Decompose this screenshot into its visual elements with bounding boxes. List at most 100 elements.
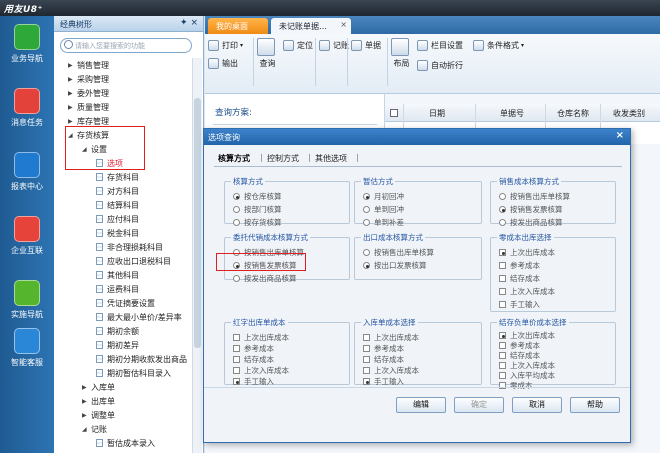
- expand-arrow-icon[interactable]: ▶: [68, 62, 77, 69]
- expand-arrow-icon[interactable]: ▶: [82, 384, 91, 391]
- expand-arrow-icon[interactable]: ▶: [68, 118, 77, 125]
- dialog-title-bar: 选项查询 ×: [204, 129, 630, 145]
- cancel-button[interactable]: 取消: [512, 397, 562, 413]
- grid-header-warehouse[interactable]: 仓库名称: [557, 108, 589, 119]
- record-button[interactable]: 记账: [319, 40, 349, 51]
- tree-node-posting[interactable]: ◢ 记账: [82, 422, 107, 436]
- nav-implementation[interactable]: 实施导航: [3, 276, 51, 326]
- help-button[interactable]: 帮助: [570, 397, 620, 413]
- radio-neg-zero[interactable]: 零成本: [499, 380, 533, 391]
- function-search[interactable]: [60, 38, 192, 53]
- nav-reports[interactable]: 报表中心: [3, 148, 51, 198]
- radio-month-reverse[interactable]: 月初回冲: [363, 191, 404, 202]
- radio-by-warehouse[interactable]: 按仓库核算: [233, 191, 282, 202]
- radio-export-by-invoice[interactable]: 按出口发票核算: [363, 260, 427, 271]
- grid-header-doc-no[interactable]: 单据号: [500, 108, 524, 119]
- tree-node-quality[interactable]: ▶ 质量管理: [68, 100, 109, 114]
- tab-other-options[interactable]: 其他选项: [315, 153, 347, 164]
- nav-enterprise[interactable]: 企业互联: [3, 212, 51, 262]
- print-button[interactable]: 打印 ▾: [208, 40, 243, 51]
- condition-format-button[interactable]: 条件格式 ▾: [473, 40, 524, 51]
- locate-button[interactable]: 定位: [283, 40, 313, 51]
- function-search-input[interactable]: [75, 41, 187, 51]
- tree-node-freight-subject[interactable]: 运费科目: [96, 282, 139, 296]
- tab-control-method[interactable]: 控制方式: [267, 153, 299, 164]
- pin-close-icon[interactable]: ✦ ×: [180, 18, 198, 28]
- tree-node-loss-subject[interactable]: 非合理损耗科目: [96, 240, 163, 254]
- radio-red-manual[interactable]: 手工输入: [233, 376, 274, 387]
- radio-zero-manual[interactable]: 手工输入: [499, 299, 540, 310]
- grid-header-category[interactable]: 收发类别: [613, 108, 645, 119]
- tree-node-opening-installment[interactable]: 期初分期收款发出商品: [96, 352, 187, 366]
- tree-node-outsource[interactable]: ▶ 委外管理: [68, 86, 109, 100]
- expand-arrow-icon[interactable]: ▶: [82, 412, 91, 419]
- tree-node-opening-estimate[interactable]: 期初暂估科目录入: [96, 366, 171, 380]
- radio-zero-last-outbound[interactable]: 上次出库成本: [499, 247, 555, 258]
- expand-arrow-icon[interactable]: ▶: [68, 104, 77, 111]
- layout-button[interactable]: 布局: [391, 38, 412, 69]
- tree-node-other-subject[interactable]: 其他科目: [96, 268, 139, 282]
- edit-button[interactable]: 编辑: [396, 397, 446, 413]
- tree-node-opening-difference[interactable]: 期初差异: [96, 338, 139, 352]
- radio-by-department[interactable]: 按部门核算: [233, 204, 282, 215]
- radio-in-last-outbound[interactable]: 上次出库成本: [363, 332, 419, 343]
- radio-in-balance[interactable]: 结存成本: [363, 354, 404, 365]
- expand-arrow-icon[interactable]: ▶: [68, 90, 77, 97]
- tree-node-max-min-price[interactable]: 最大最小单价/差异率: [96, 310, 182, 324]
- tree-node-opening-balance[interactable]: 期初余额: [96, 324, 139, 338]
- tree-node-payable-subject[interactable]: 应付科目: [96, 212, 139, 226]
- radio-in-last-inbound[interactable]: 上次入库成本: [363, 365, 419, 376]
- tree-node-purchase[interactable]: ▶ 采购管理: [68, 72, 109, 86]
- query-button[interactable]: 查询: [257, 38, 278, 69]
- tab-my-desktop[interactable]: 我的桌面: [208, 18, 268, 34]
- tree-node-inventory-subject[interactable]: 存货科目: [96, 170, 139, 184]
- collapse-arrow-icon[interactable]: ◢: [82, 426, 91, 433]
- grid-header-date[interactable]: 日期: [429, 108, 445, 119]
- doc-button[interactable]: 单据: [351, 40, 381, 51]
- expand-arrow-icon[interactable]: ▶: [68, 76, 77, 83]
- tab-unposted-docs[interactable]: 未记账单据… ×: [271, 18, 351, 34]
- auto-wrap-button[interactable]: 自动折行: [417, 60, 463, 71]
- radio-by-sales-outbound[interactable]: 按销售出库单核算: [499, 191, 570, 202]
- close-icon[interactable]: ×: [340, 20, 347, 29]
- tree-scrollbar[interactable]: [192, 58, 202, 453]
- tab-accounting-method[interactable]: 核算方式: [218, 153, 250, 164]
- radio-on-arrival-reverse[interactable]: 单到回冲: [363, 204, 404, 215]
- tree-node-inbound[interactable]: ▶ 入库单: [82, 380, 115, 394]
- tree-node-adjustment[interactable]: ▶ 调整单: [82, 408, 115, 422]
- group-title: 委托代销成本核算方式: [233, 233, 308, 242]
- radio-consign-by-shipped[interactable]: 按发出商品核算: [233, 273, 297, 284]
- tree-node-estimate-cost[interactable]: 暂估成本录入: [96, 436, 155, 450]
- tree-node-sales[interactable]: ▶ 销售管理: [68, 58, 109, 72]
- nav-business[interactable]: 业务导航: [3, 20, 51, 70]
- radio-zero-last-inbound[interactable]: 上次入库成本: [499, 286, 555, 297]
- radio-in-reference[interactable]: 参考成本: [363, 343, 404, 354]
- nav-service[interactable]: 智能客服: [3, 324, 51, 374]
- tree-node-export-rebate-subject[interactable]: 应收出口退税科目: [96, 254, 171, 268]
- radio-on-arrival-diff[interactable]: 单到补差: [363, 217, 404, 228]
- select-all-checkbox[interactable]: [390, 109, 398, 117]
- tree-node-voucher-summary[interactable]: 凭证摘要设置: [96, 296, 155, 310]
- tree-node-outbound[interactable]: ▶ 出库单: [82, 394, 115, 408]
- radio-export-by-outbound[interactable]: 按销售出库单核算: [363, 247, 434, 258]
- nav-messages[interactable]: 消息任务: [3, 84, 51, 134]
- radio-zero-balance[interactable]: 结存成本: [499, 273, 540, 284]
- radio-zero-reference[interactable]: 参考成本: [499, 260, 540, 271]
- column-settings-button[interactable]: 栏目设置: [417, 40, 463, 51]
- radio-by-sales-invoice[interactable]: 按销售发票核算: [499, 204, 563, 215]
- radio-by-shipped-goods[interactable]: 按发出商品核算: [499, 217, 563, 228]
- close-icon[interactable]: ×: [616, 130, 624, 141]
- output-button[interactable]: 输出: [208, 58, 238, 69]
- tree-node-settlement-subject[interactable]: 结算科目: [96, 198, 139, 212]
- confirm-button[interactable]: 确定: [454, 397, 504, 413]
- radio-by-item[interactable]: 按存货核算: [233, 217, 282, 228]
- expand-arrow-icon[interactable]: ▶: [82, 398, 91, 405]
- tree-node-tax-subject[interactable]: 税金科目: [96, 226, 139, 240]
- scrollbar-thumb[interactable]: [194, 98, 201, 348]
- tree-node-counter-subject[interactable]: 对方科目: [96, 184, 139, 198]
- radio-red-reference[interactable]: 参考成本: [233, 343, 274, 354]
- radio-red-balance[interactable]: 结存成本: [233, 354, 274, 365]
- radio-red-last-inbound[interactable]: 上次入库成本: [233, 365, 289, 376]
- radio-in-manual[interactable]: 手工输入: [363, 376, 404, 387]
- radio-red-last-outbound[interactable]: 上次出库成本: [233, 332, 289, 343]
